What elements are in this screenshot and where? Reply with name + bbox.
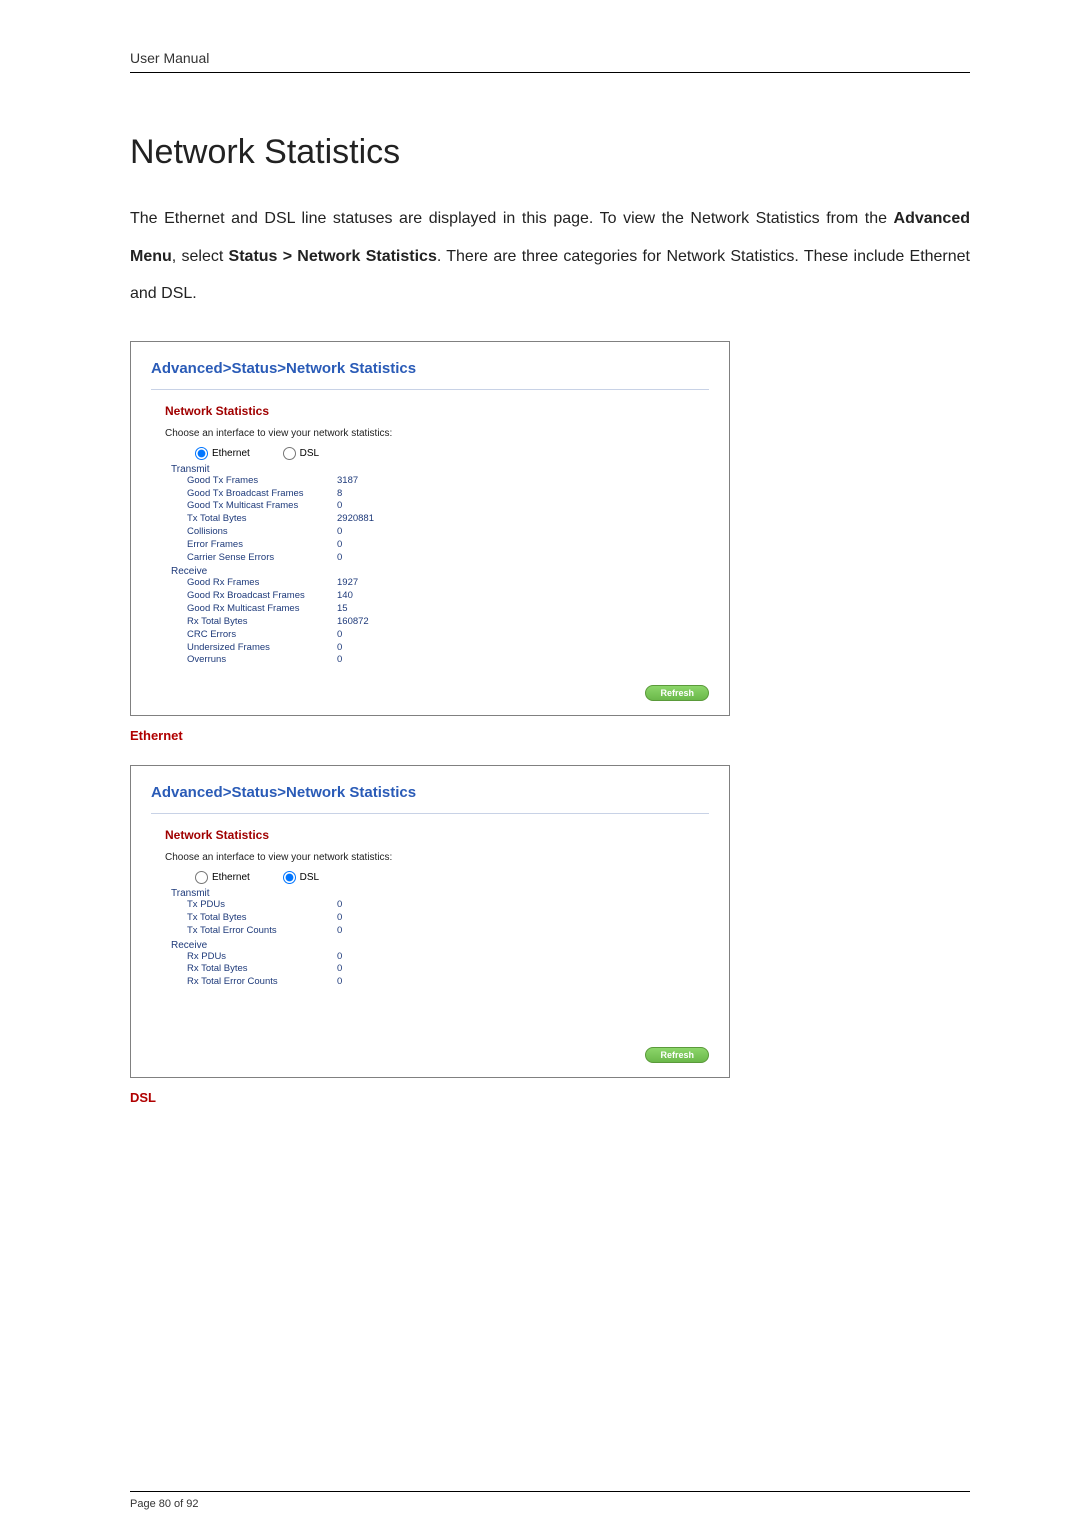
intro-paragraph: The Ethernet and DSL line statuses are d… [130, 200, 970, 313]
stat-row: Carrier Sense Errors0 [187, 552, 709, 565]
stat-value: 3187 [337, 475, 358, 488]
stat-value: 0 [337, 500, 342, 513]
stat-label: Error Frames [187, 539, 337, 552]
stat-value: 15 [337, 603, 348, 616]
radio-ethernet-input[interactable] [195, 871, 208, 884]
stat-label: Good Tx Broadcast Frames [187, 488, 337, 501]
doc-header: User Manual [130, 50, 970, 73]
intro-text-2: , select [172, 248, 229, 265]
radio-dsl-input[interactable] [283, 871, 296, 884]
stat-row: Tx Total Bytes2920881 [187, 513, 709, 526]
stat-label: Rx PDUs [187, 951, 337, 964]
stat-value: 0 [337, 552, 342, 565]
intro-bold-2: Status > Network Statistics [229, 248, 437, 265]
stat-value: 0 [337, 976, 342, 989]
stat-row: Good Tx Frames3187 [187, 475, 709, 488]
stat-row: Overruns0 [187, 654, 709, 667]
page-footer: Page 80 of 92 [130, 1491, 970, 1510]
panel-breadcrumb: Advanced>Status>Network Statistics [151, 360, 709, 390]
section-receive: Receive [171, 566, 709, 577]
stat-row: Collisions0 [187, 526, 709, 539]
radio-dsl[interactable]: DSL [283, 872, 319, 883]
stat-row: Rx Total Error Counts0 [187, 976, 709, 989]
radio-ethernet-label: Ethernet [212, 872, 250, 883]
radio-dsl-input[interactable] [283, 447, 296, 460]
stat-value: 0 [337, 899, 342, 912]
stats-panel-dsl: Advanced>Status>Network Statistics Netwo… [130, 765, 730, 1078]
stat-value: 0 [337, 526, 342, 539]
stat-row: Tx PDUs0 [187, 899, 709, 912]
page-title: Network Statistics [130, 133, 970, 172]
radio-ethernet-label: Ethernet [212, 448, 250, 459]
caption-ethernet: Ethernet [130, 728, 970, 743]
stat-row: Good Rx Broadcast Frames140 [187, 590, 709, 603]
stat-label: Overruns [187, 654, 337, 667]
section-receive: Receive [171, 940, 709, 951]
stat-row: Rx Total Bytes0 [187, 963, 709, 976]
stat-value: 140 [337, 590, 353, 603]
stat-row: Rx Total Bytes160872 [187, 616, 709, 629]
stat-label: Good Rx Broadcast Frames [187, 590, 337, 603]
stat-label: Good Rx Frames [187, 577, 337, 590]
stat-label: Tx Total Bytes [187, 912, 337, 925]
stat-label: Good Rx Multicast Frames [187, 603, 337, 616]
stat-row: Tx Total Bytes0 [187, 912, 709, 925]
stat-value: 0 [337, 642, 342, 655]
stat-label: Undersized Frames [187, 642, 337, 655]
radio-ethernet-input[interactable] [195, 447, 208, 460]
stat-row: CRC Errors0 [187, 629, 709, 642]
stat-row: Tx Total Error Counts0 [187, 925, 709, 938]
stat-value: 0 [337, 539, 342, 552]
stat-row: Error Frames0 [187, 539, 709, 552]
radio-ethernet[interactable]: Ethernet [195, 448, 250, 459]
stat-value: 0 [337, 963, 342, 976]
stat-value: 0 [337, 629, 342, 642]
stat-label: Good Tx Multicast Frames [187, 500, 337, 513]
stat-label: Collisions [187, 526, 337, 539]
stat-value: 0 [337, 654, 342, 667]
stat-label: Rx Total Error Counts [187, 976, 337, 989]
panel-breadcrumb: Advanced>Status>Network Statistics [151, 784, 709, 814]
stat-label: Good Tx Frames [187, 475, 337, 488]
intro-text-1: The Ethernet and DSL line statuses are d… [130, 210, 894, 227]
stat-value: 160872 [337, 616, 369, 629]
interface-prompt: Choose an interface to view your network… [165, 852, 709, 863]
radio-dsl-label: DSL [300, 872, 319, 883]
stat-label: Tx Total Bytes [187, 513, 337, 526]
stat-value: 0 [337, 951, 342, 964]
stat-row: Good Rx Frames1927 [187, 577, 709, 590]
section-transmit: Transmit [171, 888, 709, 899]
stat-row: Rx PDUs0 [187, 951, 709, 964]
stat-value: 0 [337, 912, 342, 925]
radio-dsl-label: DSL [300, 448, 319, 459]
interface-prompt: Choose an interface to view your network… [165, 428, 709, 439]
stat-row: Undersized Frames0 [187, 642, 709, 655]
stat-value: 2920881 [337, 513, 374, 526]
stat-label: CRC Errors [187, 629, 337, 642]
section-transmit: Transmit [171, 464, 709, 475]
stat-value: 1927 [337, 577, 358, 590]
caption-dsl: DSL [130, 1090, 970, 1105]
stat-row: Good Tx Multicast Frames0 [187, 500, 709, 513]
stat-label: Tx PDUs [187, 899, 337, 912]
interface-radio-group: Ethernet DSL [195, 871, 709, 884]
stats-panel-ethernet: Advanced>Status>Network Statistics Netwo… [130, 341, 730, 716]
refresh-button[interactable]: Refresh [645, 1047, 709, 1063]
stat-value: 8 [337, 488, 342, 501]
radio-dsl[interactable]: DSL [283, 448, 319, 459]
stat-row: Good Tx Broadcast Frames8 [187, 488, 709, 501]
stat-value: 0 [337, 925, 342, 938]
stat-row: Good Rx Multicast Frames15 [187, 603, 709, 616]
stat-label: Rx Total Bytes [187, 963, 337, 976]
interface-radio-group: Ethernet DSL [195, 447, 709, 460]
panel-subtitle: Network Statistics [165, 828, 709, 842]
refresh-button[interactable]: Refresh [645, 685, 709, 701]
stat-label: Tx Total Error Counts [187, 925, 337, 938]
stat-label: Rx Total Bytes [187, 616, 337, 629]
radio-ethernet[interactable]: Ethernet [195, 872, 250, 883]
page-number: Page 80 of 92 [130, 1491, 970, 1510]
panel-subtitle: Network Statistics [165, 404, 709, 418]
stat-label: Carrier Sense Errors [187, 552, 337, 565]
